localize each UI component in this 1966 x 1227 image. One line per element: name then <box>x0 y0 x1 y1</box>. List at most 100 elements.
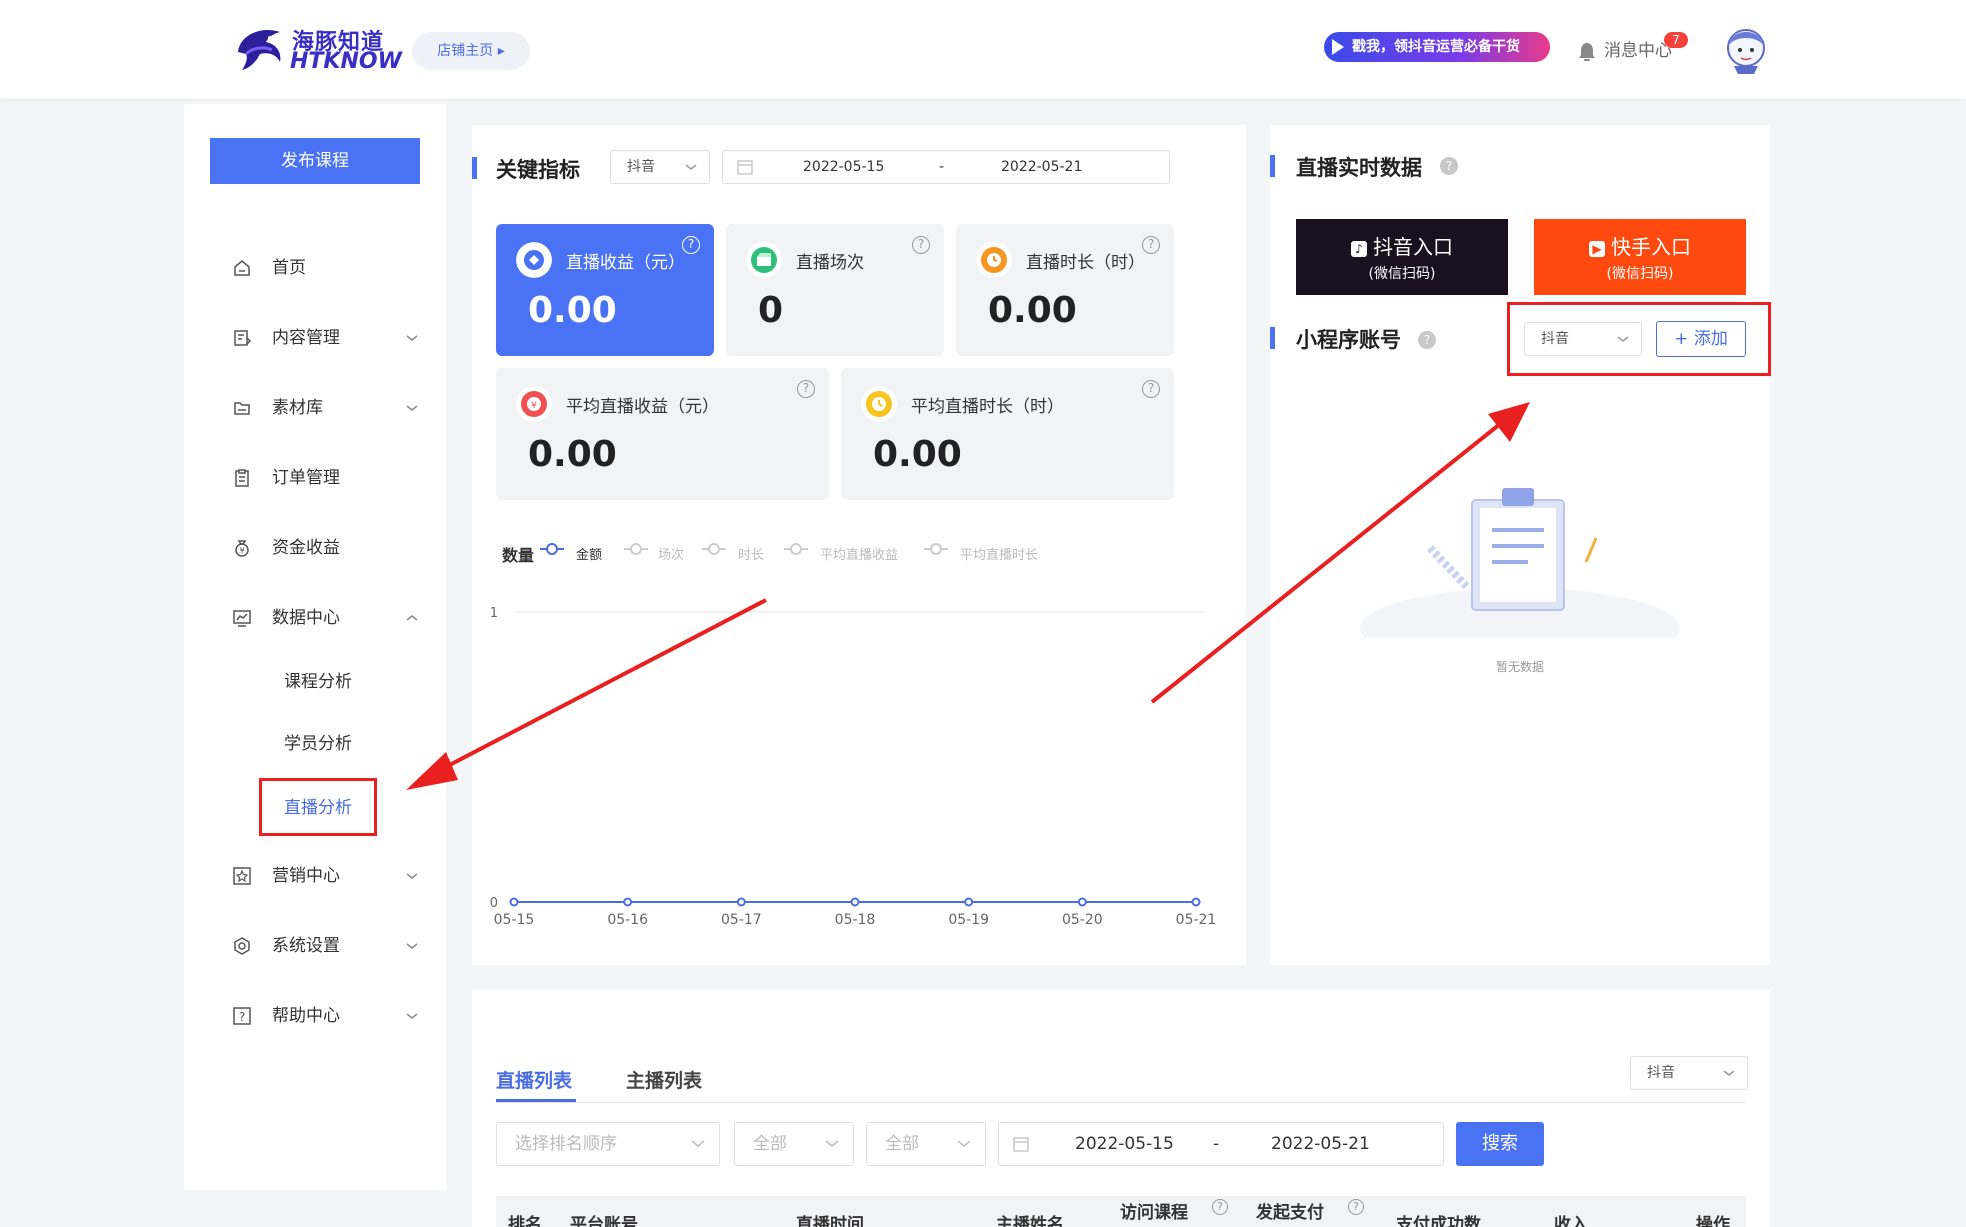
x-tick-label: 05-17 <box>721 912 762 928</box>
sidebar-item-materials[interactable]: 素材库 <box>184 388 446 428</box>
x-tick-label: 05-20 <box>1062 912 1103 928</box>
help-icon[interactable]: ? <box>912 236 930 254</box>
filter-select-1[interactable]: 全部 <box>734 1122 854 1166</box>
metric-value: 0.00 <box>528 434 617 475</box>
date-end: 2022-05-21 <box>1001 159 1083 175</box>
legend-title: 数量 <box>502 546 535 565</box>
help-icon[interactable]: ? <box>1142 380 1160 398</box>
x-tick-label: 05-15 <box>494 912 535 928</box>
date-separator: - <box>939 159 945 175</box>
chevron-down-icon <box>406 405 418 411</box>
legend-item-amount[interactable]: 金额 <box>576 544 602 563</box>
sidebar-item-data-center[interactable]: 数据中心 <box>184 598 446 638</box>
sidebar-item-orders[interactable]: 订单管理 <box>184 458 446 498</box>
x-tick-label: 05-19 <box>948 912 989 928</box>
tab-live-list[interactable]: 直播列表 <box>496 1066 572 1093</box>
sidebar-item-home[interactable]: 首页 <box>184 248 446 288</box>
y-tick-label: 1 <box>490 606 498 621</box>
chevron-down-icon <box>406 1013 418 1019</box>
live-metrics-line-chart: 0 1 05-15 05-16 05-17 05-18 05-19 05-20 05-21 <box>490 606 1217 928</box>
metric-card-avg-revenue[interactable]: ¥ 平均直播收益（元） 0.00 ? <box>496 368 829 500</box>
data-point <box>509 897 519 907</box>
y-tick-label: 0 <box>490 896 498 911</box>
calendar-icon <box>1013 1137 1029 1152</box>
section-marker <box>472 157 477 179</box>
metric-value: 0.00 <box>528 290 617 331</box>
platform-select[interactable]: 抖音 <box>610 150 710 184</box>
sidebar-item-content[interactable]: 内容管理 <box>184 318 446 358</box>
metric-value: 0.00 <box>988 290 1077 331</box>
star-icon <box>233 867 251 885</box>
x-tick-label: 05-21 <box>1176 912 1217 928</box>
metric-card-live-sessions[interactable]: 直播场次 0 ? <box>726 224 944 356</box>
tab-anchor-list[interactable]: 主播列表 <box>626 1066 702 1093</box>
chevron-up-icon <box>406 615 418 621</box>
chevron-down-icon <box>691 1140 705 1147</box>
kuaishou-icon: ▶ <box>1589 240 1605 257</box>
sidebar-item-marketing[interactable]: 营销中心 <box>184 856 446 896</box>
sidebar-item-income[interactable]: ¥ 资金收益 <box>184 528 446 568</box>
svg-text:¥: ¥ <box>531 401 537 411</box>
chevron-down-icon <box>406 943 418 949</box>
money-bag-icon: ¥ <box>235 540 249 557</box>
help-icon[interactable]: ? <box>1212 1199 1228 1215</box>
chevron-down-icon <box>406 873 418 879</box>
empty-clipboard-icon <box>1360 488 1680 638</box>
kuaishou-entry-button[interactable]: ▶ 快手入口 (微信扫码) <box>1534 219 1746 295</box>
sidebar-sub-student-analysis[interactable]: 学员分析 <box>184 724 446 764</box>
sidebar-item-help[interactable]: ? 帮助中心 <box>184 996 446 1036</box>
annotation-highlight-box <box>1507 302 1771 376</box>
legend-item-avg-duration[interactable]: 平均直播时长 <box>960 544 1038 563</box>
data-point <box>1191 897 1201 907</box>
column-header: 访问课程 <box>1120 1203 1188 1223</box>
live-realtime-title: 直播实时数据 <box>1296 156 1422 180</box>
douyin-entry-button[interactable]: ♪ 抖音入口 (微信扫码) <box>1296 219 1508 295</box>
metric-card-avg-duration[interactable]: 平均直播时长（时） 0.00 ? <box>841 368 1174 500</box>
store-home-button[interactable]: 店铺主页 ▸ <box>412 32 530 70</box>
publish-course-button[interactable]: 发布课程 <box>210 138 420 184</box>
help-icon[interactable]: ? <box>1142 236 1160 254</box>
list-date-range[interactable]: 2022-05-15 - 2022-05-21 <box>998 1122 1444 1166</box>
metric-card-live-duration[interactable]: 直播时长（时） 0.00 ? <box>956 224 1174 356</box>
legend-item-sessions[interactable]: 场次 <box>658 544 684 563</box>
chart-icon <box>233 610 251 627</box>
legend-marker <box>702 543 726 555</box>
data-point <box>623 897 633 907</box>
legend-item-avg-revenue[interactable]: 平均直播收益 <box>820 544 898 563</box>
filter-select-2[interactable]: 全部 <box>866 1122 986 1166</box>
chevron-down-icon <box>406 335 418 341</box>
message-center[interactable]: 消息中心 <box>1578 36 1672 66</box>
help-icon[interactable]: ? <box>1440 157 1458 175</box>
column-header: 支付成功数 <box>1396 1215 1481 1227</box>
help-icon[interactable]: ? <box>797 380 815 398</box>
section-marker <box>1270 327 1275 349</box>
douyin-icon: ♪ <box>1351 240 1367 257</box>
list-platform-select[interactable]: 抖音 <box>1630 1056 1748 1090</box>
column-header: 发起支付 <box>1256 1203 1324 1223</box>
active-tab-indicator <box>496 1099 576 1102</box>
top-header: 海豚知道 HTKNOW 店铺主页 ▸ 戳我，领抖音运营必备干货 消息中心 7 <box>0 0 1966 99</box>
search-button[interactable]: 搜索 <box>1456 1122 1544 1166</box>
sidebar-item-settings[interactable]: 系统设置 <box>184 926 446 966</box>
table-header: 排名 平台账号 直播时间 主播姓名 访问课程 ? 发起支付 ? 支付成功数 收入… <box>496 1196 1746 1227</box>
chevron-down-icon <box>957 1140 971 1147</box>
folder-icon <box>234 402 250 415</box>
help-icon[interactable]: ? <box>682 236 700 254</box>
svg-text:?: ? <box>239 1010 245 1024</box>
sidebar-sub-course-analysis[interactable]: 课程分析 <box>184 662 446 702</box>
metrics-date-range[interactable]: 2022-05-15 - 2022-05-21 <box>722 150 1170 184</box>
promo-banner[interactable]: 戳我，领抖音运营必备干货 <box>1324 32 1550 62</box>
column-header: 主播姓名 <box>996 1215 1064 1227</box>
legend-item-duration[interactable]: 时长 <box>738 544 764 563</box>
help-icon[interactable]: ? <box>1348 1199 1364 1215</box>
sort-order-select[interactable]: 选择排名顺序 <box>496 1122 720 1166</box>
metric-card-live-revenue[interactable]: 直播收益（元） 0.00 ? <box>496 224 714 356</box>
legend-marker <box>540 543 564 555</box>
coin-icon: ¥ <box>516 386 552 422</box>
annotation-highlight-box <box>259 778 377 836</box>
timer-icon <box>861 386 897 422</box>
logo[interactable]: 海豚知道 HTKNOW <box>232 22 402 76</box>
home-icon <box>234 260 250 276</box>
avatar[interactable] <box>1724 22 1768 76</box>
help-icon[interactable]: ? <box>1418 331 1436 349</box>
